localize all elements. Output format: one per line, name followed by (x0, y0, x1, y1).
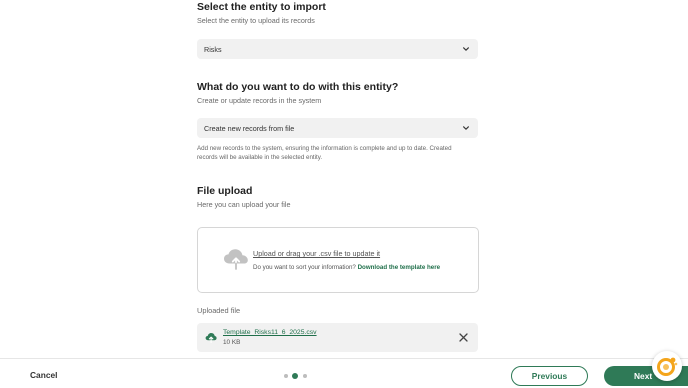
uploaded-file-label: Uploaded file (197, 306, 241, 315)
action-section-title: What do you want to do with this entity? (197, 81, 399, 93)
cloud-file-icon (205, 333, 217, 343)
step-indicator (284, 373, 310, 379)
cloud-upload-icon (224, 249, 248, 270)
chevron-down-icon (463, 126, 469, 130)
action-help-line-1: Add new records to the system, ensuring … (197, 145, 452, 152)
entity-section-title: Select the entity to import (197, 1, 326, 13)
download-template-link[interactable]: Download the template here (358, 264, 441, 271)
uploaded-file-size: 10 KB (223, 339, 241, 346)
previous-button[interactable]: Previous (511, 366, 588, 386)
uploaded-file-card: Template_Risks11_6_2025.csv 10 KB (197, 323, 478, 352)
entity-section-subtitle: Select the entity to upload its records (197, 16, 315, 25)
action-help-line-2: records will be available in the selecte… (197, 153, 323, 161)
step-dot-3 (303, 374, 307, 378)
dropzone-sort-hint: Do you want to sort your information? Do… (253, 264, 440, 271)
entity-select-value: Risks (204, 44, 222, 54)
action-select-value: Create new records from file (204, 123, 295, 133)
dropzone-upload-link[interactable]: Upload or drag your .csv file to update … (253, 249, 380, 258)
uploaded-file-name[interactable]: Template_Risks11_6_2025.csv (223, 329, 317, 336)
file-dropzone[interactable]: Upload or drag your .csv file to update … (197, 227, 479, 293)
upload-section-subtitle: Here you can upload your file (197, 200, 291, 209)
upload-section-title: File upload (197, 185, 253, 197)
wizard-footer: Cancel Previous Next (0, 358, 688, 388)
dropzone-sort-question: Do you want to sort your information? (253, 264, 356, 271)
step-dot-1 (284, 374, 288, 378)
close-icon[interactable] (458, 332, 469, 343)
assistant-launcher[interactable] (652, 351, 682, 381)
step-dot-2-active (292, 373, 298, 379)
entity-select[interactable]: Risks (197, 39, 478, 59)
cancel-button[interactable]: Cancel (30, 370, 57, 380)
action-section-subtitle: Create or update records in the system (197, 96, 322, 105)
action-select[interactable]: Create new records from file (197, 118, 478, 138)
action-help-text: Add new records to the system, ensuring … (197, 145, 478, 162)
assistant-icon (657, 357, 678, 376)
chevron-down-icon (463, 47, 469, 51)
